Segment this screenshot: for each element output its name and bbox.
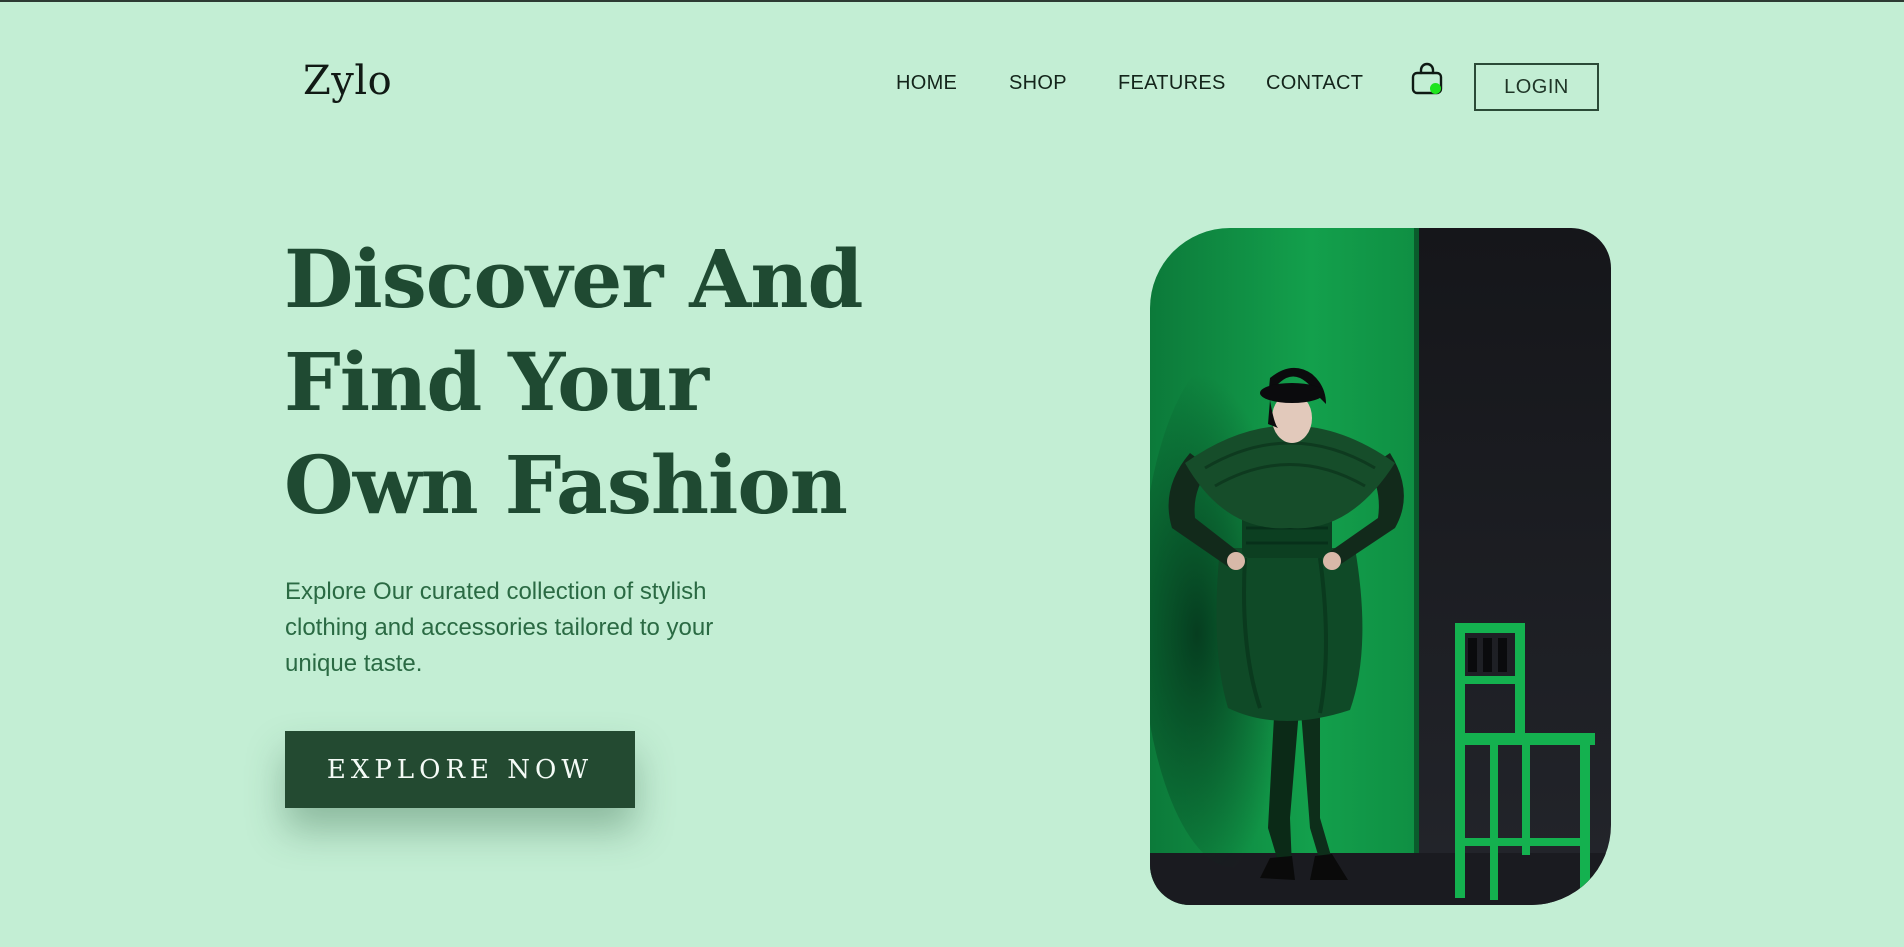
nav-home[interactable]: HOME (896, 72, 957, 95)
main-nav: HOME SHOP FEATURES CONTACT (0, 72, 1904, 102)
hero-subtitle-line: unique taste. (285, 650, 423, 677)
hero-subtitle-line: clothing and accessories tailored to you… (285, 614, 714, 641)
nav-contact[interactable]: CONTACT (1266, 72, 1363, 95)
hero-title-line: Discover And (284, 232, 863, 326)
hero-title: Discover And Find Your Own Fashion (284, 228, 904, 537)
nav-shop[interactable]: SHOP (1009, 72, 1067, 95)
hero-title-line: Find Your (284, 335, 709, 429)
login-button[interactable]: LOGIN (1474, 63, 1599, 111)
explore-now-button[interactable]: EXPLORE NOW (285, 731, 635, 808)
fashion-model-illustration (1150, 228, 1611, 905)
hero-title-line: Own Fashion (284, 438, 848, 532)
top-border (0, 0, 1904, 2)
hero-subtitle-line: Explore Our curated collection of stylis… (285, 578, 707, 605)
hero-subtitle: Explore Our curated collection of stylis… (285, 574, 825, 682)
cart-badge (1430, 83, 1441, 94)
hero-image (1150, 228, 1611, 905)
nav-features[interactable]: FEATURES (1118, 72, 1226, 95)
